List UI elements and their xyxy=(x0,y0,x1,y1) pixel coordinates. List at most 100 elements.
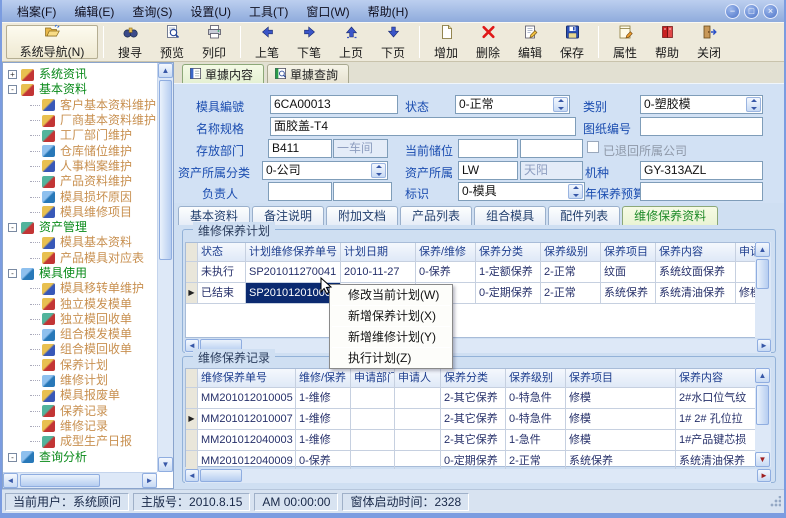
next-page-button[interactable]: 下页 xyxy=(372,24,414,60)
scroll-left-icon[interactable]: ◄ xyxy=(3,473,18,488)
menu-help[interactable]: 帮助(H) xyxy=(359,1,418,22)
close-button[interactable]: 关闭 xyxy=(688,24,730,60)
menu-item-add-repair-plan[interactable]: 新增维修计划(Y) xyxy=(330,327,452,347)
status-select[interactable]: 0-正常 xyxy=(455,95,570,114)
scroll-down-icon[interactable]: ▼ xyxy=(755,452,770,467)
column-header[interactable]: 申请部门 xyxy=(351,369,395,388)
column-header[interactable]: 保养内容 xyxy=(676,369,756,388)
scrollbar-thumb[interactable] xyxy=(200,469,242,482)
dropdown-arrows-icon[interactable] xyxy=(568,184,583,199)
column-header[interactable]: 保养内容 xyxy=(656,243,736,262)
menu-item-execute-plan[interactable]: 执行计划(Z) xyxy=(330,348,452,368)
column-header[interactable]: 保养级别 xyxy=(506,369,566,388)
column-header[interactable]: 维修/保养 xyxy=(296,369,351,388)
sidebar-item[interactable]: 模具移转单维护 xyxy=(8,281,156,296)
record-horizontal-scrollbar[interactable]: ◄ ► xyxy=(185,469,771,483)
help-button[interactable]: 帮助 xyxy=(646,24,688,60)
machine-field[interactable]: GY-313AZL xyxy=(640,161,763,180)
column-header[interactable]: 状态 xyxy=(198,243,246,262)
sidebar-item[interactable]: 客户基本资料维护 xyxy=(8,98,156,113)
manager-field-2[interactable] xyxy=(333,182,392,201)
storage-dept-code-field[interactable]: B411 xyxy=(268,139,332,158)
scrollbar-thumb[interactable] xyxy=(756,385,769,425)
table-row[interactable]: MM201012010005 1-维修 2-其它保养 0-特急件 修模 2#水口… xyxy=(186,388,770,409)
scroll-up-icon[interactable]: ▲ xyxy=(755,368,770,383)
sidebar-item-basic-data[interactable]: -基本资料 xyxy=(8,82,156,97)
name-spec-field[interactable]: 面胶盖-T4 xyxy=(270,117,576,136)
tree-expander[interactable]: - xyxy=(8,269,17,278)
sidebar-item[interactable]: 模具基本资料 xyxy=(8,235,156,250)
sidebar-item[interactable]: 仓库储位维护 xyxy=(8,143,156,158)
manager-field-1[interactable] xyxy=(268,182,332,201)
column-header[interactable]: 保养分类 xyxy=(441,369,506,388)
sidebar-item-asset-mgmt[interactable]: -资产管理 xyxy=(8,220,156,235)
column-header[interactable]: 保养分类 xyxy=(476,243,541,262)
sidebar-item-system-info[interactable]: +系统资讯 xyxy=(8,67,156,82)
close-window-button[interactable]: × xyxy=(763,4,778,19)
table-row-current[interactable]: ▶ MM201012010007 1-维修 2-其它保养 0-特急件 修模 1#… xyxy=(186,409,770,430)
sidebar-item[interactable]: 模具损坏原因 xyxy=(8,189,156,204)
sidebar-item[interactable]: 保养记录 xyxy=(8,404,156,419)
tab-maintenance-data[interactable]: 维修保养资料 xyxy=(622,206,718,225)
system-nav-button[interactable]: 系统导航(N) xyxy=(6,25,98,59)
annual-budget-field[interactable] xyxy=(640,182,763,201)
table-row[interactable]: MM201012040003 1-维修 2-其它保养 1-急件 修模 1#产品键… xyxy=(186,430,770,451)
table-row-selected[interactable]: ▶ 已结束 SP201012010001 0-定期保养 2-正常 系统保养 系统… xyxy=(186,283,770,304)
prev-page-button[interactable]: 上页 xyxy=(330,24,372,60)
sidebar-item[interactable]: 厂商基本资料维护 xyxy=(8,113,156,128)
scroll-up-icon[interactable]: ▲ xyxy=(158,63,173,78)
tag-select[interactable]: 0-模具 xyxy=(458,182,585,201)
dropdown-arrows-icon[interactable] xyxy=(746,97,761,112)
sidebar-item[interactable]: 组合模发模单 xyxy=(8,327,156,342)
asset-class-select[interactable]: 0-公司 xyxy=(262,161,388,180)
menu-tools[interactable]: 工具(T) xyxy=(240,1,297,22)
column-header[interactable]: 保养级别 xyxy=(541,243,601,262)
sidebar-item[interactable]: 成型生产日报 xyxy=(8,434,156,449)
returned-checkbox[interactable] xyxy=(587,141,599,153)
scroll-down-icon[interactable]: ▼ xyxy=(158,457,173,472)
scroll-right-icon[interactable]: ► xyxy=(757,339,771,352)
scroll-right-icon[interactable]: ► xyxy=(142,473,157,488)
plan-vertical-scrollbar[interactable]: ▲ xyxy=(755,242,771,338)
column-header[interactable]: 申请人 xyxy=(395,369,441,388)
add-button[interactable]: 增加 xyxy=(425,24,467,60)
sidebar-item[interactable]: 独立模回收单 xyxy=(8,312,156,327)
tab-product-list[interactable]: 产品列表 xyxy=(400,206,472,225)
sidebar-item[interactable]: 模具维修项目 xyxy=(8,205,156,220)
tree-expander[interactable]: - xyxy=(8,223,17,232)
edit-button[interactable]: 编辑 xyxy=(509,24,551,60)
next-record-button[interactable]: 下笔 xyxy=(288,24,330,60)
sidebar-item-query-analysis[interactable]: -查询分析 xyxy=(8,449,156,464)
tab-document-content[interactable]: 單據内容 xyxy=(182,64,264,84)
column-header[interactable]: 申请 xyxy=(736,243,756,262)
sidebar-item[interactable]: 维修记录 xyxy=(8,419,156,434)
preview-button[interactable]: 预览 xyxy=(151,24,193,60)
current-location-field-1[interactable] xyxy=(458,139,518,158)
tree-expander[interactable]: + xyxy=(8,70,17,79)
current-location-field-2[interactable] xyxy=(520,139,583,158)
save-button[interactable]: 保存 xyxy=(551,24,593,60)
dropdown-arrows-icon[interactable] xyxy=(371,163,386,178)
menu-settings[interactable]: 设置(U) xyxy=(181,1,240,22)
tree-expander[interactable]: - xyxy=(8,453,17,462)
resize-grip[interactable] xyxy=(769,496,781,508)
sidebar-item[interactable]: 工厂部门维护 xyxy=(8,128,156,143)
mold-no-field[interactable]: 6CA00013 xyxy=(270,95,398,114)
sidebar-item[interactable]: 产品资料维护 xyxy=(8,174,156,189)
scroll-right-icon[interactable]: ► xyxy=(757,469,771,482)
sidebar-item[interactable]: 保养计划 xyxy=(8,358,156,373)
sidebar-item[interactable]: 产品模具对应表 xyxy=(8,251,156,266)
menu-window[interactable]: 窗口(W) xyxy=(297,1,358,22)
column-header[interactable]: 保养项目 xyxy=(601,243,656,262)
scrollbar-thumb[interactable] xyxy=(756,259,769,289)
column-header[interactable]: 维修保养单号 xyxy=(198,369,296,388)
scroll-up-icon[interactable]: ▲ xyxy=(755,242,770,257)
properties-button[interactable]: 属性 xyxy=(604,24,646,60)
sidebar-item[interactable]: 组合模回收单 xyxy=(8,342,156,357)
menu-item-add-maintenance-plan[interactable]: 新增保养计划(X) xyxy=(330,306,452,326)
record-vertical-scrollbar[interactable]: ▲ ▼ xyxy=(755,368,771,467)
scrollbar-thumb[interactable] xyxy=(159,80,172,260)
menu-query[interactable]: 查询(S) xyxy=(123,1,181,22)
sidebar-horizontal-scrollbar[interactable]: ◄ ► xyxy=(3,472,157,488)
sidebar-vertical-scrollbar[interactable]: ▲ ▼ xyxy=(157,63,173,472)
